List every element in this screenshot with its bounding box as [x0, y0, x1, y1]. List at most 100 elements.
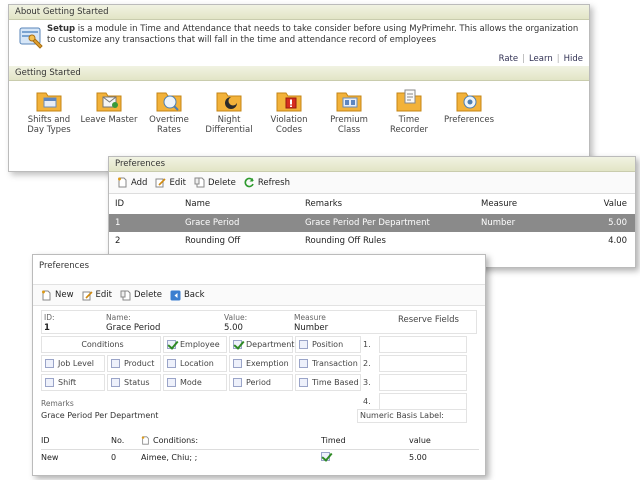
condition-location[interactable]: Location — [163, 355, 227, 372]
condition-transaction[interactable]: Transaction — [295, 355, 361, 372]
checkbox-icon — [299, 359, 308, 368]
preferences-list-header: Preferences — [109, 157, 635, 172]
condition-employee[interactable]: Employee — [163, 336, 227, 353]
violation-codes-item[interactable]: Violation Codes — [259, 87, 319, 135]
condition-position[interactable]: Position — [295, 336, 361, 353]
delete-button[interactable]: Delete — [120, 290, 162, 301]
checkbox-icon — [45, 359, 54, 368]
hide-link[interactable]: Hide — [564, 54, 583, 64]
time-recorder-icon — [396, 89, 422, 112]
numeric-basis-label[interactable]: Numeric Basis Label: — [357, 409, 467, 423]
preferences-icon — [456, 92, 482, 112]
condition-exemption[interactable]: Exemption — [229, 355, 293, 372]
checkbox-icon — [321, 451, 330, 461]
new-icon — [42, 290, 51, 300]
condition-time-based[interactable]: Time Based — [295, 374, 361, 391]
leave-master-item[interactable]: Leave Master — [79, 87, 139, 135]
reserve-number: 3. — [363, 378, 371, 387]
overtime-rates-item[interactable]: Overtime Rates — [139, 87, 199, 135]
back-button[interactable]: Back — [170, 290, 205, 301]
reserve-field-1[interactable] — [379, 336, 467, 353]
getting-started-header: Getting Started — [9, 66, 589, 81]
condition-product[interactable]: Product — [107, 355, 161, 372]
edit-button[interactable]: Edit — [82, 290, 112, 301]
table-row[interactable]: New 0 Aimee, Chiu; ; 5.00 — [41, 449, 479, 465]
checkbox-icon — [167, 359, 176, 368]
setup-icon — [19, 27, 43, 49]
table-row[interactable]: 1 Grace Period Grace Period Per Departme… — [109, 214, 635, 232]
timed-checkbox[interactable] — [321, 449, 409, 465]
reserve-field-2[interactable] — [379, 355, 467, 372]
night-icon — [216, 92, 242, 112]
getting-started-icons: Shifts and Day Types Leave Master Overti… — [9, 81, 589, 135]
add-condition-icon[interactable] — [141, 436, 150, 445]
preferences-detail-header: Preferences — [33, 259, 485, 274]
back-icon — [170, 290, 181, 300]
reserve-number: 1. — [363, 340, 371, 349]
col-measure[interactable]: Measure — [475, 194, 575, 214]
reserve-number: 2. — [363, 359, 371, 368]
time-recorder-item[interactable]: Time Recorder — [379, 87, 439, 135]
preferences-list-panel: Preferences Add Edit Delete Refresh ID N… — [108, 156, 636, 268]
overtime-icon — [156, 92, 182, 112]
condition-period[interactable]: Period — [229, 374, 293, 391]
preferences-table: ID Name Remarks Measure Value 1 Grace Pe… — [109, 194, 635, 250]
rate-link[interactable]: Rate — [499, 54, 519, 64]
col-conditions[interactable]: Conditions: — [141, 433, 321, 450]
refresh-button[interactable]: Refresh — [244, 177, 290, 188]
shifts-and-day-types-item[interactable]: Shifts and Day Types — [19, 87, 79, 135]
add-button[interactable]: Add — [117, 177, 147, 188]
col-name[interactable]: Name — [179, 194, 299, 214]
checkbox-icon — [167, 378, 176, 387]
edit-button[interactable]: Edit — [155, 177, 186, 188]
conditions-table: ID No. Conditions: Timed value New 0 Aim… — [41, 433, 479, 465]
refresh-icon — [244, 177, 254, 188]
delete-button[interactable]: Delete — [194, 177, 236, 188]
night-differential-item[interactable]: Night Differential — [199, 87, 259, 135]
id-field: ID: 1 — [44, 313, 55, 333]
detail-fields: ID: 1 Name: Grace Period Value: 5.00 Measur… — [41, 310, 477, 334]
condition-shift[interactable]: Shift — [41, 374, 105, 391]
condition-job-level[interactable]: Job Level — [41, 355, 105, 372]
condition-mode[interactable]: Mode — [163, 374, 227, 391]
name-field: Name: Grace Period — [106, 313, 161, 333]
edit-icon — [155, 178, 167, 188]
checkbox-icon — [111, 359, 120, 368]
checkbox-icon — [111, 378, 120, 387]
condition-status[interactable]: Status — [107, 374, 161, 391]
value-field: Value: 5.00 — [224, 313, 248, 333]
edit-icon — [82, 290, 93, 300]
checkbox-icon — [45, 378, 54, 387]
measure-field: Measure Number — [294, 313, 329, 333]
preferences-detail-toolbar: New Edit Delete Back — [33, 284, 485, 306]
new-button[interactable]: New — [41, 290, 74, 301]
premium-class-item[interactable]: Premium Class — [319, 87, 379, 135]
about-section: Setup is a module in Time and Attendance… — [9, 20, 589, 66]
delete-icon — [120, 290, 131, 300]
leave-icon — [96, 92, 122, 112]
col-timed[interactable]: Timed — [321, 433, 409, 450]
col-remarks[interactable]: Remarks — [299, 194, 475, 214]
reserve-field-4[interactable] — [379, 393, 467, 410]
preferences-item[interactable]: Preferences — [439, 87, 499, 135]
checkbox-icon — [299, 340, 308, 349]
preferences-detail-panel: Preferences New Edit Delete Back ID: 1 Na… — [32, 254, 486, 476]
checkbox-icon — [167, 340, 176, 349]
delete-icon — [194, 177, 205, 188]
col-no[interactable]: No. — [111, 433, 141, 450]
reserve-field-3[interactable] — [379, 374, 467, 391]
condition-department[interactable]: Department — [229, 336, 294, 353]
checkbox-icon — [233, 340, 242, 349]
col-id[interactable]: ID — [109, 194, 179, 214]
col-value[interactable]: Value — [575, 194, 635, 214]
checkbox-icon — [299, 378, 308, 387]
shifts-icon — [36, 92, 62, 112]
reserve-fields-label: Reserve Fields — [398, 315, 459, 325]
col-value[interactable]: value — [409, 433, 479, 450]
table-row[interactable]: 2 Rounding Off Rounding Off Rules 4.00 — [109, 232, 635, 250]
violation-icon — [276, 92, 302, 112]
learn-link[interactable]: Learn — [529, 54, 553, 64]
col-id[interactable]: ID — [41, 433, 111, 450]
about-header: About Getting Started — [9, 5, 589, 20]
reserve-number: 4. — [363, 397, 371, 406]
